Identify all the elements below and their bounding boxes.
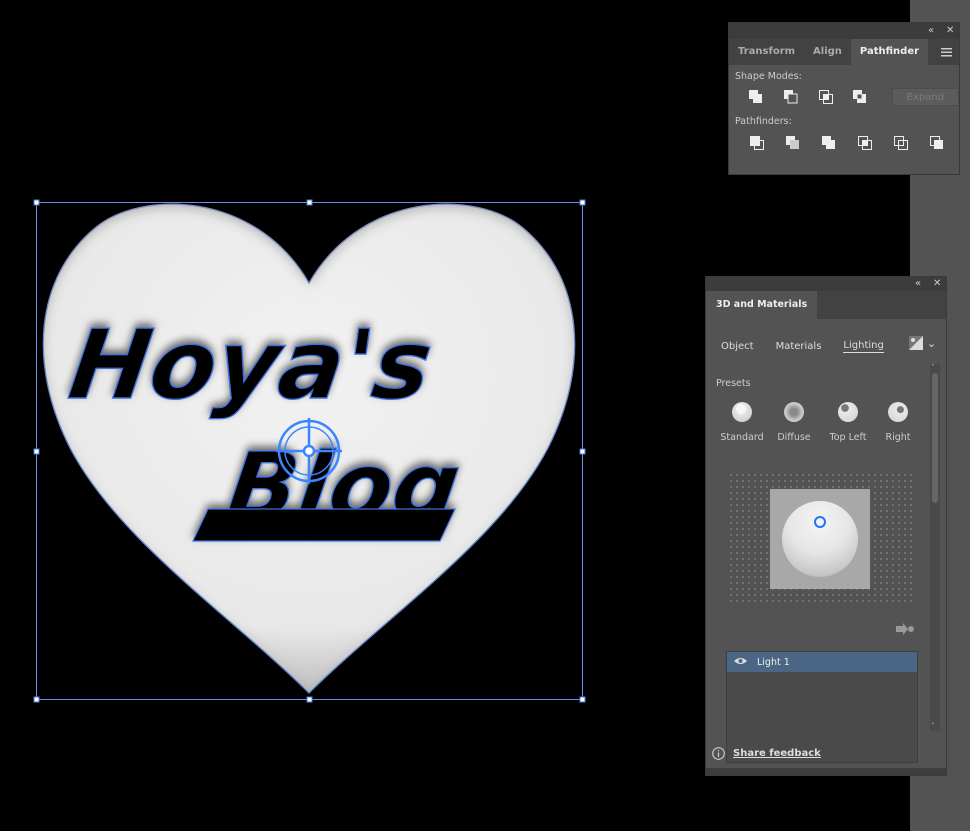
- subtab-object[interactable]: Object: [721, 341, 754, 352]
- chevron-down-icon[interactable]: ⌄: [927, 337, 936, 350]
- info-icon: [712, 747, 725, 760]
- scroll-thumb[interactable]: [932, 373, 938, 503]
- exclude-icon[interactable]: [843, 86, 878, 108]
- collapse-icon[interactable]: «: [915, 277, 921, 291]
- share-feedback-link[interactable]: Share feedback: [733, 748, 821, 759]
- unite-icon[interactable]: [739, 86, 774, 108]
- preset-diffuse[interactable]: Diffuse: [768, 402, 820, 443]
- subtab-materials[interactable]: Materials: [776, 341, 822, 352]
- preset-standard[interactable]: Standard: [716, 402, 768, 443]
- panel-titlebar[interactable]: « ✕: [729, 23, 959, 39]
- close-icon[interactable]: ✕: [933, 277, 941, 291]
- logo-text-line1: Hoya's: [63, 308, 439, 420]
- render-settings[interactable]: ⌄: [909, 336, 936, 350]
- minus-back-icon[interactable]: [919, 132, 955, 154]
- share-feedback[interactable]: Share feedback: [712, 747, 821, 760]
- merge-icon[interactable]: [811, 132, 847, 154]
- collapse-icon[interactable]: «: [928, 24, 934, 38]
- pathfinders-label: Pathfinders:: [735, 116, 792, 127]
- light-position-handle[interactable]: [814, 516, 826, 528]
- hamburger-menu-icon[interactable]: [933, 39, 959, 65]
- light-row[interactable]: Light 1: [727, 652, 917, 672]
- chevron-down-icon: ˅: [931, 722, 935, 731]
- tab-align[interactable]: Align: [804, 39, 851, 65]
- preset-top-left[interactable]: Top Left: [822, 402, 874, 443]
- tab-transform[interactable]: Transform: [729, 39, 804, 65]
- preset-sphere-icon: [732, 402, 752, 422]
- panel-titlebar[interactable]: « ✕: [706, 277, 946, 291]
- light-name: Light 1: [757, 656, 790, 668]
- preview-sphere: [782, 501, 858, 577]
- crop-icon[interactable]: [847, 132, 883, 154]
- preset-sphere-icon: [838, 402, 858, 422]
- preset-sphere-icon: [888, 402, 908, 422]
- chevron-up-icon: ˄: [931, 363, 935, 372]
- preset-sphere-icon: [784, 402, 804, 422]
- trim-icon[interactable]: [775, 132, 811, 154]
- logo-underline-bar: [192, 508, 456, 542]
- divide-icon[interactable]: [739, 132, 775, 154]
- tab-3d-and-materials[interactable]: 3D and Materials: [706, 291, 818, 319]
- panel-bottom-bar: [706, 768, 946, 775]
- expand-button[interactable]: Expand: [891, 88, 959, 106]
- preset-right[interactable]: Right: [872, 402, 924, 443]
- panel-tabs: Transform Align Pathfinder: [729, 39, 959, 65]
- outline-icon[interactable]: [883, 132, 919, 154]
- minus-front-icon[interactable]: [774, 86, 809, 108]
- shape-modes-label: Shape Modes:: [735, 71, 802, 82]
- eye-icon[interactable]: [734, 657, 747, 668]
- render-icon: [909, 336, 923, 350]
- intersect-icon[interactable]: [808, 86, 843, 108]
- tab-pathfinder[interactable]: Pathfinder: [850, 39, 929, 65]
- move-light-icon[interactable]: [896, 620, 914, 639]
- presets-label: Presets: [716, 378, 751, 389]
- close-icon[interactable]: ✕: [946, 24, 954, 38]
- panel-scrollbar[interactable]: ˄ ˅: [930, 363, 940, 731]
- pathfinder-panel: « ✕ Transform Align Pathfinder Shape Mod…: [728, 22, 960, 175]
- 3d-materials-panel: « ✕ 3D and Materials Object Materials Li…: [705, 276, 947, 776]
- lighting-preview[interactable]: [770, 489, 870, 589]
- subtab-lighting[interactable]: Lighting: [843, 340, 884, 353]
